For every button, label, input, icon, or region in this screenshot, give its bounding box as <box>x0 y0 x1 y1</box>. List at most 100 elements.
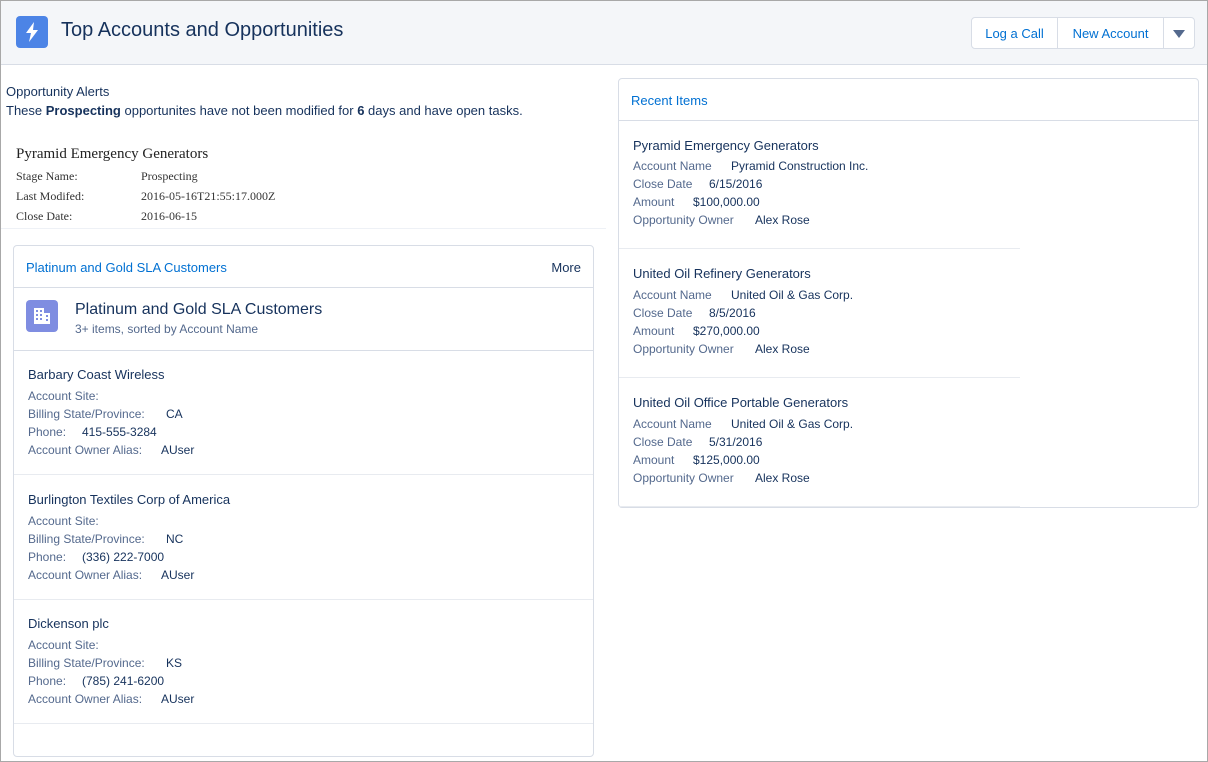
field-label: Account Owner Alias: <box>28 443 143 457</box>
field-label: Account Name <box>633 417 712 431</box>
field-label: Last Modifed: <box>16 189 85 203</box>
field-value: 5/31/2016 <box>709 435 763 449</box>
alerts-message: These Prospecting opportunites have not … <box>6 103 606 118</box>
opportunity-owner-field: Opportunity Owner Alex Rose <box>633 342 810 356</box>
account-name-link[interactable]: Burlington Textiles Corp of America <box>28 492 230 507</box>
field-label: Phone: <box>28 550 67 564</box>
field-label: Stage Name: <box>16 169 78 183</box>
close-date-field: Close Date 5/31/2016 <box>633 435 762 449</box>
more-actions-button[interactable] <box>1164 18 1194 48</box>
listview-header-link[interactable]: Platinum and Gold SLA Customers <box>26 260 227 275</box>
field-label: Amount <box>633 195 675 209</box>
list-item: Barbary Coast Wireless Account Site: Bil… <box>14 350 593 475</box>
lightning-icon <box>16 16 48 48</box>
opportunity-owner-field: Opportunity Owner Alex Rose <box>633 213 810 227</box>
field-label: Billing State/Province: <box>28 532 145 546</box>
building-icon <box>26 300 58 332</box>
listview-card: Platinum and Gold SLA Customers More Pla… <box>13 245 594 757</box>
recent-item-name-link[interactable]: Pyramid Emergency Generators <box>633 138 819 153</box>
listview-subtitle: 3+ items, sorted by Account Name <box>75 322 259 336</box>
field-value: AUser <box>161 692 195 706</box>
close-date-field: Close Date 8/5/2016 <box>633 306 756 320</box>
field-label: Account Site: <box>28 389 99 403</box>
list-item: Dickenson plc Account Site: Billing Stat… <box>14 599 593 724</box>
more-link[interactable]: More <box>551 260 581 275</box>
alerts-title: Opportunity Alerts <box>6 84 110 99</box>
chevron-down-icon <box>1173 26 1185 41</box>
field-value: United Oil & Gas Corp. <box>731 417 854 431</box>
close-date-field: Close Date 6/15/2016 <box>633 177 762 191</box>
field-value: NC <box>166 532 184 546</box>
field-value: 2016-06-15 <box>141 209 197 223</box>
new-account-button[interactable]: New Account <box>1058 18 1164 48</box>
field-value: 2016-05-16T21:55:17.000Z <box>141 189 276 203</box>
field-label: Billing State/Province: <box>28 407 145 421</box>
field-label: Phone: <box>28 674 67 688</box>
field-value: $270,000.00 <box>693 324 760 338</box>
recent-item-name-link[interactable]: United Oil Office Portable Generators <box>633 395 848 410</box>
account-site-field: Account Site: <box>28 389 99 403</box>
opportunity-owner-field: Opportunity Owner Alex Rose <box>633 471 810 485</box>
page-header: Top Accounts and Opportunities Log a Cal… <box>1 1 1207 65</box>
amount-field: Amount $125,000.00 <box>633 453 760 467</box>
alert-record: Pyramid Emergency Generators Stage Name:… <box>1 143 606 229</box>
account-name-link[interactable]: Dickenson plc <box>28 616 109 631</box>
account-name-field: Account Name United Oil & Gas Corp. <box>633 417 853 431</box>
billing-state-field: Billing State/Province: CA <box>28 407 183 421</box>
field-value: 6/15/2016 <box>709 177 763 191</box>
field-label: Amount <box>633 453 675 467</box>
alert-record-name: Pyramid Emergency Generators <box>16 146 209 162</box>
recent-item: Pyramid Emergency Generators Account Nam… <box>619 120 1020 249</box>
alerts-msg-stage: Prospecting <box>45 103 121 118</box>
header-button-group: Log a Call New Account <box>971 17 1195 49</box>
owner-alias-field: Account Owner Alias: AUser <box>28 568 194 582</box>
account-site-field: Account Site: <box>28 514 99 528</box>
page-title: Top Accounts and Opportunities <box>61 19 344 41</box>
field-value: Alex Rose <box>755 213 810 227</box>
field-value: AUser <box>161 568 195 582</box>
field-label: Close Date <box>633 177 693 191</box>
field-value: Prospecting <box>141 169 198 183</box>
account-name-field: Account Name Pyramid Construction Inc. <box>633 159 868 173</box>
phone-field: Phone: (336) 222-7000 <box>28 550 164 564</box>
field-label: Account Owner Alias: <box>28 568 143 582</box>
field-label: Account Name <box>633 159 712 173</box>
field-label: Close Date: <box>16 209 73 223</box>
list-item: Burlington Textiles Corp of America Acco… <box>14 475 593 600</box>
account-site-field: Account Site: <box>28 638 99 652</box>
phone-field: Phone: 415-555-3284 <box>28 425 157 439</box>
field-value: Alex Rose <box>755 471 810 485</box>
alerts-msg-mid: opportunites have not been modified for <box>120 103 358 118</box>
recent-items-header-link[interactable]: Recent Items <box>631 93 708 108</box>
field-value: KS <box>166 656 183 670</box>
field-label: Billing State/Province: <box>28 656 145 670</box>
field-label: Amount <box>633 324 675 338</box>
billing-state-field: Billing State/Province: KS <box>28 656 182 670</box>
field-label: Close Date <box>633 435 693 449</box>
account-name-field: Account Name United Oil & Gas Corp. <box>633 288 853 302</box>
log-a-call-button[interactable]: Log a Call <box>972 18 1058 48</box>
recent-item-name-link[interactable]: United Oil Refinery Generators <box>633 266 811 281</box>
field-value: CA <box>166 407 183 421</box>
amount-field: Amount $270,000.00 <box>633 324 760 338</box>
field-value: (785) 241-6200 <box>82 674 165 688</box>
field-value: 415-555-3284 <box>82 425 157 439</box>
field-label: Close Date <box>633 306 693 320</box>
owner-alias-field: Account Owner Alias: AUser <box>28 692 194 706</box>
account-name-link[interactable]: Barbary Coast Wireless <box>28 367 165 382</box>
field-label: Account Name <box>633 288 712 302</box>
field-label: Account Owner Alias: <box>28 692 143 706</box>
recent-item: United Oil Office Portable Generators Ac… <box>619 378 1020 507</box>
field-value: $100,000.00 <box>693 195 760 209</box>
phone-field: Phone: (785) 241-6200 <box>28 674 164 688</box>
divider <box>14 287 593 288</box>
field-value: 8/5/2016 <box>709 306 756 320</box>
field-value: AUser <box>161 443 195 457</box>
field-value: Alex Rose <box>755 342 810 356</box>
billing-state-field: Billing State/Province: NC <box>28 532 183 546</box>
amount-field: Amount $100,000.00 <box>633 195 760 209</box>
listview-title: Platinum and Gold SLA Customers <box>75 301 323 318</box>
field-label: Account Site: <box>28 514 99 528</box>
field-label: Account Site: <box>28 638 99 652</box>
field-value: (336) 222-7000 <box>82 550 165 564</box>
